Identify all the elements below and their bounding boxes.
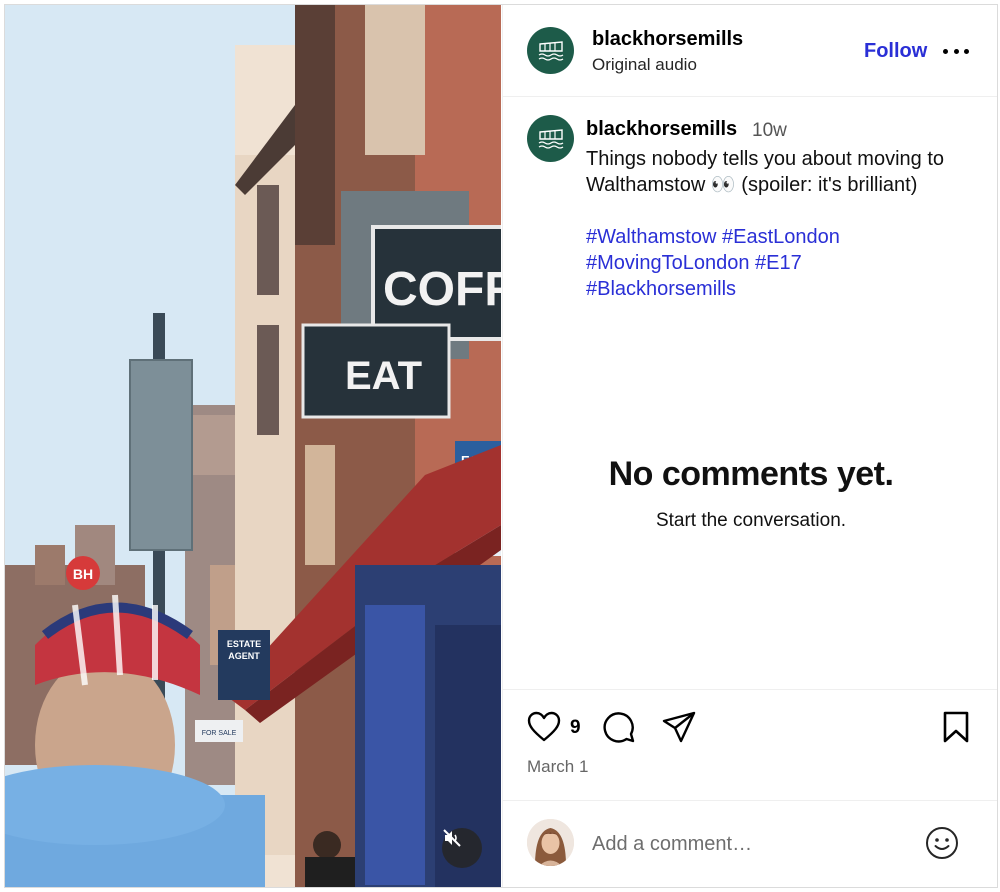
comment-button[interactable] [602,710,636,749]
mute-button[interactable] [442,828,482,868]
hashtag-link[interactable]: #E17 [755,252,802,274]
caption-text: Things nobody tells you about moving to … [586,148,944,196]
caption-timestamp[interactable]: 10w [752,120,787,142]
coffee-sign-text: COFFE [383,263,501,316]
no-comments-subtitle: Start the conversation. [655,510,847,531]
post-side-panel: blackhorsemills Original audio Follow bl… [502,5,997,887]
caption-avatar[interactable] [527,115,574,162]
post-dialog: BH COFFE EAT ECO ESTATE AGENT [4,4,998,888]
bh-sign-text: BH [73,566,93,582]
comment-input[interactable] [592,828,912,860]
hashtag-link[interactable]: #Walthamstow [586,226,716,248]
more-options-button[interactable] [943,41,969,61]
hashtag-link[interactable]: #MovingToLondon [586,252,749,274]
post-video[interactable]: BH COFFE EAT ECO ESTATE AGENT [5,5,501,887]
bookmark-icon [943,711,969,743]
user-avatar-image [527,819,574,866]
for-sale-sign-text: FOR SALE [202,730,237,737]
follow-button[interactable]: Follow [864,40,927,63]
hashtag-link[interactable]: #EastLondon [722,226,840,248]
estate-sign-text: ESTATE [227,639,261,649]
blackhorse-mills-logo-icon [538,128,563,149]
like-button[interactable] [527,711,561,748]
heart-icon [527,711,561,742]
post-header: blackhorsemills Original audio Follow [503,5,997,97]
blackhorse-mills-logo-icon [538,40,563,61]
more-horizontal-icon [943,48,948,54]
agent-sign-text: AGENT [228,651,260,661]
speaker-muted-icon [443,829,461,847]
caption-username[interactable]: blackhorsemills [586,118,737,141]
no-comments-title: No comments yet. [608,455,894,493]
comment-bubble-icon [603,712,635,743]
header-username[interactable]: blackhorsemills [592,28,743,51]
smiley-icon [926,827,958,859]
share-button[interactable] [661,710,697,749]
current-user-avatar [527,819,574,866]
paper-plane-icon [662,711,696,743]
emoji-button[interactable] [925,826,959,865]
divider [503,800,997,801]
save-button[interactable] [941,710,971,749]
eat-sign-text: EAT [345,354,422,398]
street-scene-image: BH COFFE EAT ECO ESTATE AGENT [5,5,501,887]
audio-label[interactable]: Original audio [592,55,697,75]
hashtag-link[interactable]: #Blackhorsemills [586,278,736,300]
account-avatar[interactable] [527,27,574,74]
caption-hashtags: #Walthamstow #EastLondon #MovingToLondon… [586,224,986,302]
like-count[interactable]: 9 [570,717,581,739]
divider [503,689,997,690]
post-date[interactable]: March 1 [527,757,588,777]
